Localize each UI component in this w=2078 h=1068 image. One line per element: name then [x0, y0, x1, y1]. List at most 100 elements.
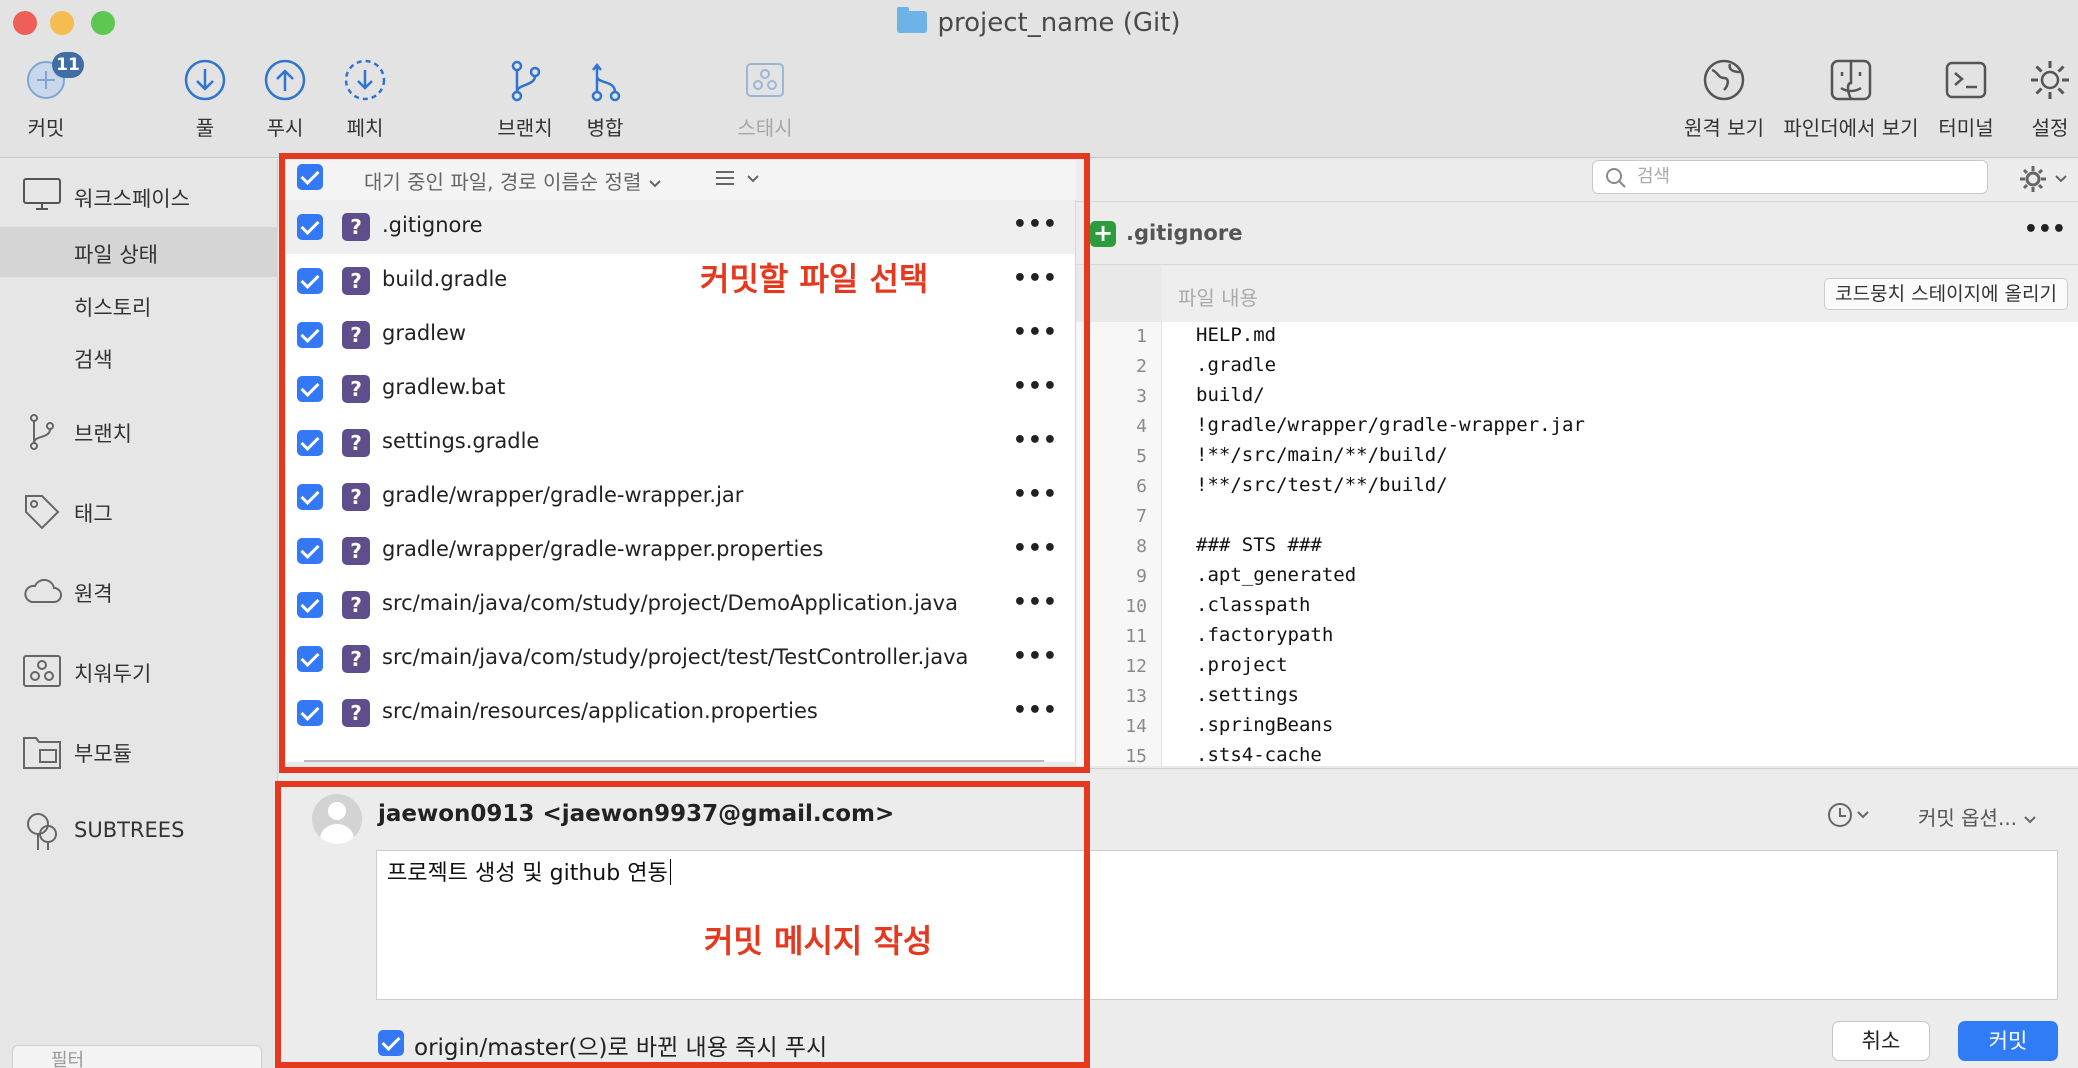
stash-icon	[23, 655, 61, 687]
sidebar-item-history[interactable]: 히스토리	[0, 280, 278, 330]
line-number: 6	[1136, 476, 1147, 497]
sidebar-item-search[interactable]: 검색	[0, 332, 278, 382]
line-number: 8	[1136, 536, 1147, 557]
message-history-dropdown[interactable]	[1826, 800, 1876, 834]
line-number: 3	[1136, 386, 1147, 407]
settings-label: 설정	[2031, 116, 2069, 140]
globe-icon	[1703, 59, 1745, 101]
fetch-toolbar-label: 페치	[346, 116, 384, 140]
line-number: 10	[1125, 596, 1147, 617]
terminal-label: 터미널	[1938, 116, 1994, 140]
annotation-box-files	[279, 153, 1090, 773]
gear-icon	[2031, 61, 2069, 99]
annotation-box-message	[275, 781, 1090, 1068]
merge-toolbar-label: 병합	[586, 116, 624, 140]
line-number: 1	[1136, 326, 1147, 347]
pull-icon	[184, 59, 226, 101]
merge-icon	[591, 62, 621, 102]
push-icon	[264, 59, 306, 101]
diff-code-view: HELP.md .gradle build/ !gradle/wrapper/grad…	[1162, 322, 2078, 766]
sidebar-item-remotes[interactable]: 원격	[0, 566, 278, 616]
sidebar-item-stashes[interactable]: 치워두기	[0, 646, 278, 696]
annotation-write-message: 커밋 메시지 작성	[704, 922, 933, 960]
hunk-label: 파일 내용	[1178, 286, 1258, 310]
line-number: 7	[1136, 506, 1147, 527]
sidebar-item-file-status[interactable]: 파일 상태	[0, 227, 278, 277]
sidebar-item-tags[interactable]: 태그	[0, 486, 278, 536]
line-number: 13	[1125, 686, 1147, 707]
sidebar-item-subtrees[interactable]: SUBTREES	[0, 806, 278, 856]
code-line: .classpath	[1196, 594, 1311, 616]
search-placeholder: 검색	[1637, 166, 1671, 187]
search-icon	[1606, 168, 1626, 188]
tag-icon	[25, 495, 60, 530]
sidebar: 워크스페이스 파일 상태 히스토리 검색 브랜치 태그 원격 치워두기 부모듈 …	[0, 159, 278, 1068]
hunk-header: 파일 내용 코드뭉치 스테이지에 올리기	[1162, 266, 2078, 322]
code-line: HELP.md	[1196, 324, 1277, 346]
commit-options-dropdown[interactable]: 커밋 옵션...	[1918, 802, 2037, 831]
sidebar-header-workspace[interactable]: 워크스페이스	[0, 171, 278, 221]
line-number: 5	[1136, 446, 1147, 467]
line-number: 11	[1125, 626, 1147, 647]
commit-toolbar-button[interactable]: 11 커밋	[0, 52, 106, 141]
line-number: 14	[1125, 716, 1147, 737]
sidebar-item-branches[interactable]: 브랜치	[0, 406, 278, 456]
commit-button[interactable]: 커밋	[1958, 1021, 2058, 1061]
line-number: 4	[1136, 416, 1147, 437]
folder-icon	[23, 737, 61, 769]
terminal-icon	[1945, 61, 1987, 99]
line-number: 12	[1125, 656, 1147, 677]
branch-icon	[30, 414, 54, 450]
line-number: 15	[1125, 746, 1147, 767]
line-number: 9	[1136, 566, 1147, 587]
diff-settings-dropdown[interactable]	[2018, 164, 2072, 198]
tree-icon	[27, 813, 57, 850]
code-line: !**/src/test/**/build/	[1196, 474, 1448, 496]
code-line: .factorypath	[1196, 624, 1334, 646]
finder-view-label: 파인더에서 보기	[1783, 116, 1919, 140]
diff-file-header: + .gitignore •••	[1076, 203, 2078, 265]
stash-icon	[746, 63, 784, 97]
terminal-toolbar-button[interactable]: 터미널	[1916, 58, 2016, 141]
finder-view-toolbar-button[interactable]: 파인더에서 보기	[1766, 58, 1936, 141]
clock-icon	[1828, 803, 1869, 827]
code-line: !**/src/main/**/build/	[1196, 444, 1448, 466]
code-line: .springBeans	[1196, 714, 1334, 736]
branch-icon	[511, 60, 541, 102]
added-file-icon: +	[1090, 221, 1116, 247]
code-line: .sts4-cache	[1196, 744, 1322, 766]
code-line: ### STS ###	[1196, 534, 1322, 556]
code-line: .apt_generated	[1196, 564, 1357, 586]
stage-hunk-button[interactable]: 코드뭉치 스테이지에 올리기	[1824, 278, 2068, 310]
cancel-button[interactable]: 취소	[1832, 1021, 1930, 1061]
chevron-down-icon	[2024, 816, 2037, 824]
stash-toolbar-button[interactable]: 스태시	[705, 58, 825, 141]
stash-toolbar-label: 스태시	[737, 116, 793, 140]
line-number: 2	[1136, 356, 1147, 377]
sidebar-item-submodules[interactable]: 부모듈	[0, 726, 278, 776]
toolbar: project_name (Git) 11 커밋 풀 푸시 페치 브랜치 병합 …	[0, 0, 2078, 158]
filter-placeholder: 필터	[51, 1050, 85, 1068]
commit-toolbar-label: 커밋	[27, 116, 65, 140]
annotation-select-files: 커밋할 파일 선택	[700, 260, 929, 298]
finder-icon	[1830, 59, 1872, 101]
monitor-icon	[23, 178, 61, 210]
filter-input[interactable]: 필터	[12, 1045, 262, 1068]
window-title: project_name (Git)	[0, 7, 2078, 38]
code-line: .gradle	[1196, 354, 1277, 376]
code-line: .project	[1196, 654, 1288, 676]
folder-icon	[897, 7, 928, 33]
fetch-toolbar-button[interactable]: 페치	[305, 58, 425, 141]
cloud-icon	[24, 578, 62, 603]
code-line: !gradle/wrapper/gradle-wrapper.jar	[1196, 414, 1585, 436]
diff-filename: .gitignore	[1126, 221, 1243, 245]
search-input[interactable]: 검색	[1592, 160, 1988, 194]
pending-count-badge: 11	[52, 52, 84, 78]
code-line: .settings	[1196, 684, 1299, 706]
code-line: build/	[1196, 384, 1265, 406]
merge-toolbar-button[interactable]: 병합	[545, 58, 665, 141]
settings-toolbar-button[interactable]: 설정	[2010, 58, 2078, 141]
diff-more-button[interactable]: •••	[2024, 217, 2066, 242]
gear-icon	[2020, 166, 2067, 192]
fetch-icon	[344, 59, 386, 101]
